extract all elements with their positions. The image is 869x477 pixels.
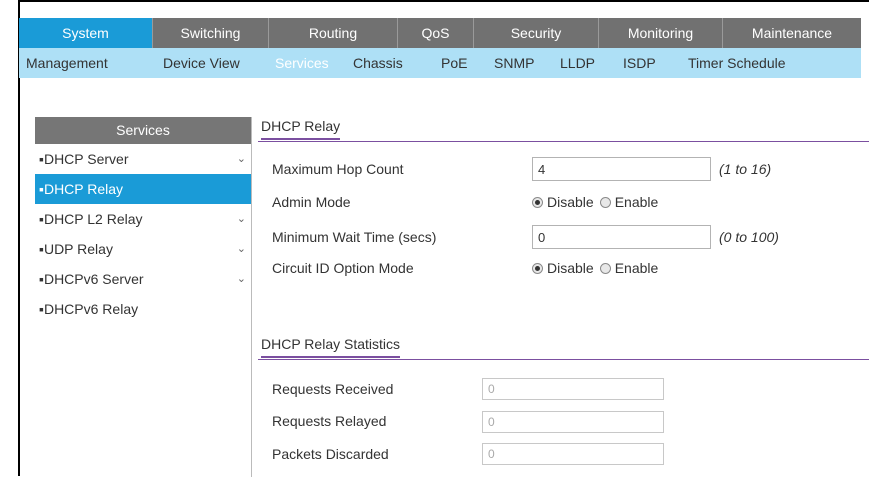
sidebar-item-label: ▪DHCP Relay [39, 181, 124, 197]
sub-navigation: Management Device View Services Chassis … [19, 48, 861, 78]
tab-routing[interactable]: Routing [269, 18, 398, 48]
circuit-id-enable-label: Enable [614, 260, 659, 276]
min-wait-time-range: (0 to 100) [719, 229, 779, 245]
min-wait-time-input[interactable] [532, 225, 711, 249]
subnav-services[interactable]: Services [275, 48, 329, 78]
requests-received-value [482, 378, 664, 400]
sidebar-item-dhcpv6-server[interactable]: ▪DHCPv6 Server ⌄ [35, 264, 251, 294]
sidebar-item-dhcp-relay[interactable]: ▪DHCP Relay [35, 174, 251, 204]
sidebar-item-label: ▪DHCPv6 Relay [39, 301, 139, 317]
sidebar-item-label: ▪DHCP L2 Relay [39, 211, 143, 227]
packets-discarded-label: Packets Discarded [272, 446, 389, 462]
sidebar-item-dhcp-server[interactable]: ▪DHCP Server ⌄ [35, 144, 251, 174]
subnav-chassis[interactable]: Chassis [353, 48, 403, 78]
dhcp-relay-section-title: DHCP Relay [261, 118, 341, 140]
requests-relayed-label: Requests Relayed [272, 413, 387, 429]
circuit-id-option-mode-label: Circuit ID Option Mode [272, 260, 414, 276]
subnav-management[interactable]: Management [26, 48, 108, 78]
tab-system[interactable]: System [19, 18, 153, 48]
sidebar-item-label: ▪UDP Relay [39, 241, 113, 257]
admin-mode-label: Admin Mode [272, 194, 351, 210]
admin-mode-enable-radio[interactable] [599, 196, 611, 208]
admin-mode-enable-label: Enable [614, 194, 659, 210]
requests-received-label: Requests Received [272, 381, 394, 397]
admin-mode-disable-radio[interactable] [532, 196, 543, 208]
sidebar-item-udp-relay[interactable]: ▪UDP Relay ⌄ [35, 234, 251, 264]
tab-security[interactable]: Security [474, 18, 599, 48]
sidebar-item-dhcp-l2-relay[interactable]: ▪DHCP L2 Relay ⌄ [35, 204, 251, 234]
circuit-id-radio-group: Disable Enable [532, 260, 664, 276]
section-title-underline [261, 356, 401, 358]
sidebar-item-label: ▪DHCPv6 Server [39, 271, 144, 287]
subnav-isdp[interactable]: ISDP [623, 48, 656, 78]
sidebar-item-dhcpv6-relay[interactable]: ▪DHCPv6 Relay [35, 294, 251, 324]
tab-switching[interactable]: Switching [153, 18, 269, 48]
tab-qos[interactable]: QoS [398, 18, 474, 48]
section-title-text: DHCP Relay [261, 118, 341, 134]
dhcp-relay-statistics-section-title: DHCP Relay Statistics [261, 336, 401, 358]
sidebar-title: Services [35, 117, 251, 144]
max-hop-count-input[interactable] [532, 157, 711, 181]
min-wait-time-label: Minimum Wait Time (secs) [272, 229, 437, 245]
chevron-down-icon[interactable]: ⌄ [237, 264, 246, 294]
admin-mode-radio-group: Disable Enable [532, 194, 664, 210]
subnav-device-view[interactable]: Device View [163, 48, 240, 78]
section-title-text: DHCP Relay Statistics [261, 336, 401, 352]
subnav-poe[interactable]: PoE [441, 48, 467, 78]
circuit-id-disable-label: Disable [547, 260, 594, 276]
section-divider [258, 141, 869, 142]
chevron-down-icon[interactable]: ⌄ [237, 204, 246, 234]
circuit-id-enable-radio[interactable] [599, 262, 611, 274]
tab-monitoring[interactable]: Monitoring [599, 18, 723, 48]
circuit-id-disable-radio[interactable] [532, 262, 543, 274]
top-navigation: System Switching Routing QoS Security Mo… [19, 18, 861, 48]
chevron-down-icon[interactable]: ⌄ [237, 144, 246, 174]
sidebar: Services ▪DHCP Server ⌄ ▪DHCP Relay ▪DHC… [35, 117, 252, 477]
subnav-timer-schedule[interactable]: Timer Schedule [688, 48, 786, 78]
tab-maintenance[interactable]: Maintenance [723, 18, 861, 48]
max-hop-count-label: Maximum Hop Count [272, 161, 404, 177]
admin-mode-disable-label: Disable [547, 194, 594, 210]
requests-relayed-value [482, 411, 664, 433]
sidebar-item-label: ▪DHCP Server [39, 151, 129, 167]
chevron-down-icon[interactable]: ⌄ [237, 234, 246, 264]
subnav-snmp[interactable]: SNMP [494, 48, 534, 78]
packets-discarded-value [482, 443, 664, 465]
section-divider [258, 359, 869, 360]
subnav-lldp[interactable]: LLDP [560, 48, 595, 78]
section-title-underline [261, 138, 341, 140]
max-hop-count-range: (1 to 16) [719, 161, 772, 177]
